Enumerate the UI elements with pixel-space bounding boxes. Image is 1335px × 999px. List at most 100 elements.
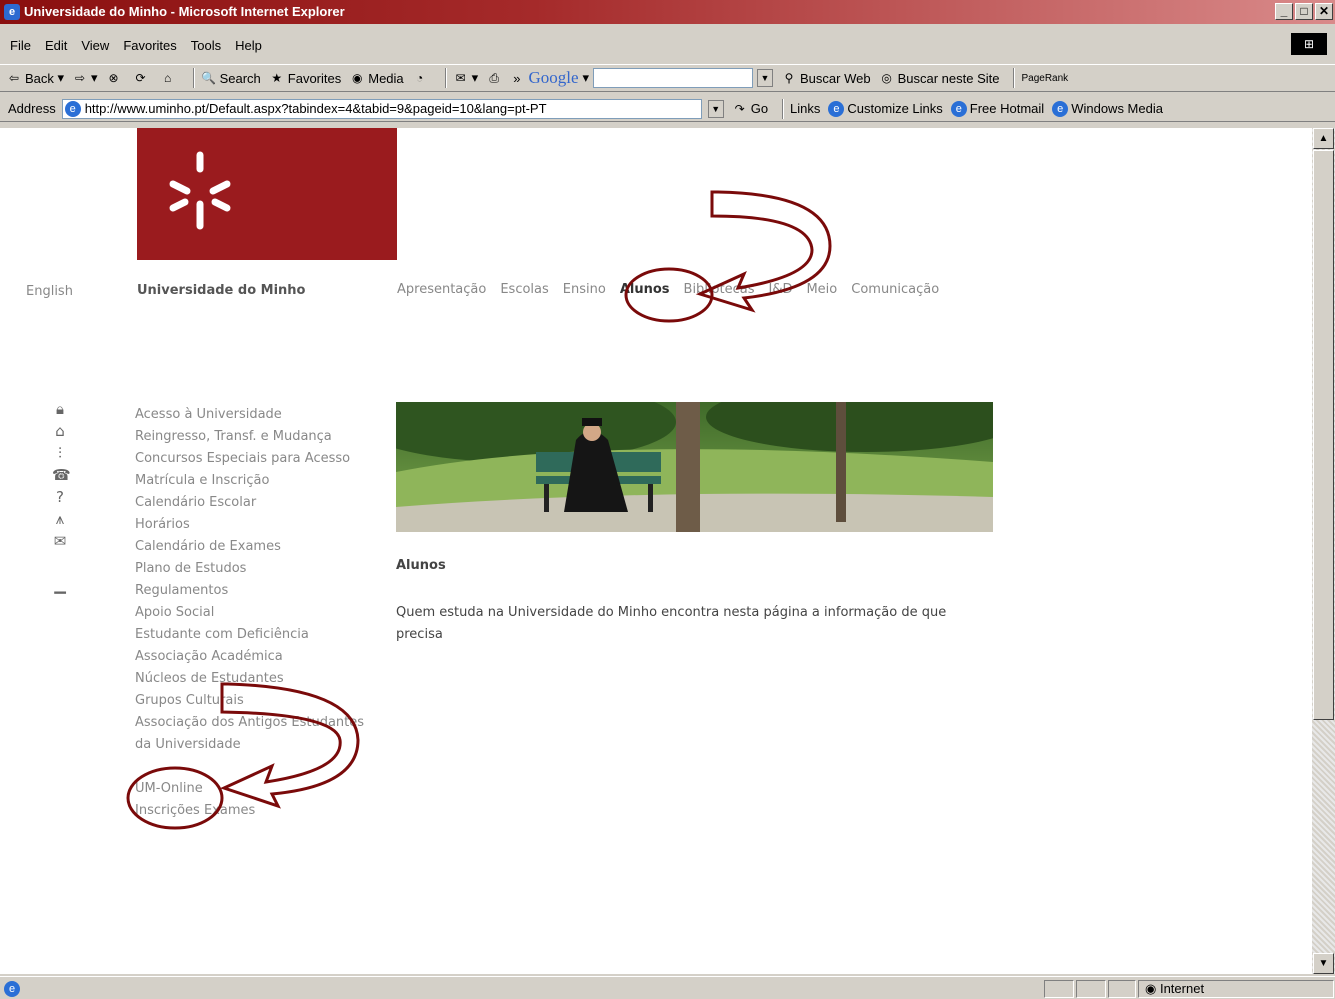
minimize-button[interactable]: _: [1275, 3, 1293, 20]
status-cell: [1076, 980, 1106, 998]
print-button[interactable]: ⎙: [486, 70, 505, 86]
mail-button[interactable]: ✉ ▾: [453, 70, 479, 86]
mail-icon: ✉: [455, 71, 466, 85]
menu-help[interactable]: Help: [235, 38, 262, 53]
home-icon[interactable]: ⌂: [52, 422, 68, 444]
google-search-dropdown[interactable]: ▼: [757, 69, 774, 87]
menu-edit[interactable]: Edit: [45, 38, 67, 53]
star-icon: ★: [271, 71, 283, 85]
print-icon[interactable]: ▁: [52, 576, 68, 598]
menu-item-plano-estudos[interactable]: Plano de Estudos: [135, 558, 364, 580]
nav-escolas[interactable]: Escolas: [500, 282, 548, 297]
university-logo[interactable]: [137, 128, 397, 260]
media-icon: ◉: [352, 71, 363, 85]
address-dropdown[interactable]: ▼: [707, 99, 724, 118]
refresh-icon: ⟳: [135, 71, 146, 85]
nav-ensino[interactable]: Ensino: [563, 282, 606, 297]
go-arrow-icon: ↷: [734, 101, 745, 116]
address-bar: Address e http://www.uminho.pt/Default.a…: [0, 96, 1335, 122]
nav-meio[interactable]: Meio: [806, 282, 837, 297]
link-ie-icon: e: [950, 100, 967, 117]
go-button[interactable]: ↷ Go: [732, 101, 768, 117]
lock-icon[interactable]: 🔒︎: [52, 400, 68, 422]
nav-apresentacao[interactable]: Apresentação: [397, 282, 486, 297]
sitemap-icon[interactable]: ⫶: [52, 444, 68, 466]
back-button[interactable]: ⇦ Back ▾: [6, 70, 64, 86]
links-label[interactable]: Links: [790, 101, 820, 116]
menu-tools[interactable]: Tools: [191, 38, 221, 53]
university-link[interactable]: Universidade do Minho: [137, 283, 306, 298]
link-ie-icon: e: [828, 100, 845, 117]
menu-item-concursos[interactable]: Concursos Especiais para Acesso: [135, 448, 364, 470]
maximize-button[interactable]: □: [1295, 3, 1313, 20]
window-title: Universidade do Minho - Microsoft Intern…: [24, 4, 345, 19]
menu-item-reingresso[interactable]: Reingresso, Transf. e Mudança: [135, 426, 364, 448]
favorites-button[interactable]: ★ Favorites: [269, 70, 341, 86]
standard-toolbar: ⇦ Back ▾ ⇨ ▾ ⊗ ⟳ ⌂ 🔍 Search ★ Favorites ◉ Med…: [0, 64, 1335, 92]
scroll-up-button[interactable]: ▲: [1313, 128, 1334, 149]
google-logo: Google: [528, 68, 579, 87]
menu-file[interactable]: File: [10, 38, 31, 53]
vertical-scrollbar[interactable]: ▲ ▼: [1312, 128, 1335, 974]
nav-id[interactable]: I&D: [768, 282, 792, 297]
logo-symbol-icon: [169, 151, 231, 230]
chevron-more-icon[interactable]: »: [513, 71, 520, 86]
menu-item-regulamentos[interactable]: Regulamentos: [135, 580, 364, 602]
toolbar-separator: [782, 98, 785, 119]
menu-item-um-online[interactable]: UM-Online: [135, 778, 364, 800]
home-button[interactable]: ⌂: [160, 70, 179, 86]
buscar-site-button[interactable]: ◎ Buscar neste Site: [879, 70, 999, 86]
google-dropdown-icon[interactable]: ▾: [582, 70, 589, 86]
phone-icon[interactable]: ☎: [52, 466, 71, 488]
menu-item-grupos-culturais[interactable]: Grupos Culturais: [135, 690, 364, 712]
nav-alunos[interactable]: Alunos: [620, 282, 670, 297]
menu-item-matricula[interactable]: Matrícula e Inscrição: [135, 470, 364, 492]
history-icon: ◔: [416, 71, 424, 85]
nav-comunicacao[interactable]: Comunicação: [851, 282, 939, 297]
google-search-input[interactable]: [593, 68, 754, 88]
history-button[interactable]: ◔: [412, 70, 431, 86]
section-heading: Alunos: [396, 558, 446, 573]
section-description: Quem estuda na Universidade do Minho enc…: [396, 605, 947, 642]
zone-label: Internet: [1159, 981, 1205, 996]
ie-icon: e: [4, 4, 20, 20]
help-icon[interactable]: ?: [52, 488, 68, 510]
menu-item-antigos-estudantes-cont[interactable]: da Universidade: [135, 734, 364, 756]
menu-item-deficiencia[interactable]: Estudante com Deficiência: [135, 624, 364, 646]
stop-button[interactable]: ⊗: [106, 70, 125, 86]
status-cell: [1044, 980, 1074, 998]
globe-icon: ◉: [1145, 981, 1157, 996]
zone-indicator: ◉ Internet: [1138, 980, 1334, 998]
media-button[interactable]: ◉ Media: [349, 70, 404, 86]
menu-item-inscricoes-exames[interactable]: Inscrições Exames: [135, 800, 364, 822]
menu-view[interactable]: View: [81, 38, 109, 53]
menu-favorites[interactable]: Favorites: [123, 38, 176, 53]
close-button[interactable]: ✕: [1315, 3, 1333, 20]
menu-item-nucleos[interactable]: Núcleos de Estudantes: [135, 668, 364, 690]
link-hotmail[interactable]: e Free Hotmail: [950, 100, 1044, 117]
menu-item-calendario-exames[interactable]: Calendário de Exames: [135, 536, 364, 558]
menu-item-apoio-social[interactable]: Apoio Social: [135, 602, 364, 624]
refresh-button[interactable]: ⟳: [133, 70, 152, 86]
menu-item-antigos-estudantes[interactable]: Associação dos Antigos Estudantes: [135, 712, 364, 734]
pagerank-indicator: PageRank: [1021, 72, 1069, 84]
search-button[interactable]: 🔍 Search: [201, 70, 261, 86]
address-url: http://www.uminho.pt/Default.aspx?tabind…: [84, 101, 547, 116]
buscar-web-button[interactable]: ⚲ Buscar Web: [781, 70, 871, 86]
link-windows-media[interactable]: e Windows Media: [1052, 100, 1163, 117]
forward-button[interactable]: ⇨ ▾: [72, 70, 98, 86]
link-customize[interactable]: e Customize Links: [828, 100, 943, 117]
scroll-down-button[interactable]: ▼: [1313, 953, 1334, 974]
menu-item-acesso[interactable]: Acesso à Universidade: [135, 404, 364, 426]
menu-item-associacao-academica[interactable]: Associação Académica: [135, 646, 364, 668]
menu-item-calendario-escolar[interactable]: Calendário Escolar: [135, 492, 364, 514]
top-navigation: Apresentação Escolas Ensino Alunos Bibli…: [397, 282, 953, 297]
english-link[interactable]: English: [26, 284, 73, 299]
mail-icon[interactable]: ✉: [52, 532, 68, 554]
road-icon[interactable]: ⩚: [52, 510, 68, 532]
address-input[interactable]: e http://www.uminho.pt/Default.aspx?tabi…: [61, 98, 702, 119]
toolbar-separator: [192, 68, 195, 88]
nav-bibliotecas[interactable]: Bibliotecas: [684, 282, 755, 297]
menu-item-horarios[interactable]: Horários: [135, 514, 364, 536]
scroll-thumb[interactable]: [1313, 150, 1334, 720]
